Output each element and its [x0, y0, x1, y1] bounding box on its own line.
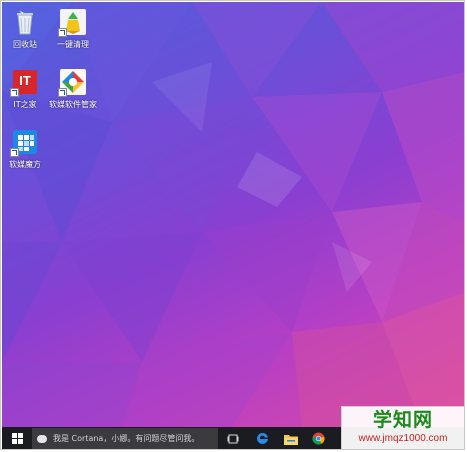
desktop-icon-label: 一键清理	[57, 40, 89, 49]
shortcut-arrow-icon	[58, 28, 67, 37]
task-view-button[interactable]	[224, 430, 241, 447]
watermark-title: 学知网	[372, 409, 433, 431]
desktop-icon-cleanup[interactable]: 一键清理	[47, 7, 99, 50]
edge-button[interactable]	[254, 430, 271, 447]
windows-logo-icon	[11, 433, 23, 444]
watermark-url: www.jmqz1000.com	[358, 433, 448, 444]
task-view-icon	[227, 434, 238, 443]
file-explorer-button[interactable]	[282, 430, 299, 447]
cube-icon	[10, 127, 40, 157]
wallpaper	[2, 2, 464, 427]
shortcut-arrow-icon	[10, 88, 19, 97]
recycle-bin-icon	[10, 7, 40, 37]
edge-icon	[257, 432, 268, 444]
site-watermark: 学知网 www.jmqz1000.com	[341, 406, 464, 449]
chrome-icon	[312, 432, 325, 445]
desktop-icon-label: 软媒魔方	[9, 160, 41, 169]
search-placeholder: 我是 Cortana，小娜。有问题尽管问我。	[53, 434, 200, 443]
desktop-icon-ithome[interactable]: IT IT之家	[2, 67, 51, 110]
screenshot-frame: 回收站 一键清理 IT IT之家 软媒软件管家 软媒魔方 我是 Cortana，…	[0, 0, 465, 450]
start-button[interactable]	[2, 427, 32, 449]
software-manager-icon	[58, 67, 88, 97]
desktop-icon-cube[interactable]: 软媒魔方	[2, 127, 51, 170]
shortcut-arrow-icon	[10, 148, 19, 157]
desktop-icon-recycle-bin[interactable]: 回收站	[2, 7, 51, 50]
cortana-icon	[37, 434, 47, 443]
desktop-icon-software-manager[interactable]: 软媒软件管家	[47, 67, 99, 110]
desktop-icon-label: 软媒软件管家	[49, 100, 97, 109]
ithome-icon: IT	[10, 67, 40, 97]
cleanup-icon	[58, 7, 88, 37]
desktop-icon-label: IT之家	[13, 100, 37, 109]
desktop[interactable]: 回收站 一键清理 IT IT之家 软媒软件管家 软媒魔方	[2, 2, 464, 427]
file-explorer-icon	[283, 434, 298, 445]
desktop-icon-label: 回收站	[13, 40, 37, 49]
cortana-search-box[interactable]: 我是 Cortana，小娜。有问题尽管问我。	[32, 428, 218, 449]
chrome-button[interactable]	[310, 430, 327, 447]
shortcut-arrow-icon	[58, 88, 67, 97]
